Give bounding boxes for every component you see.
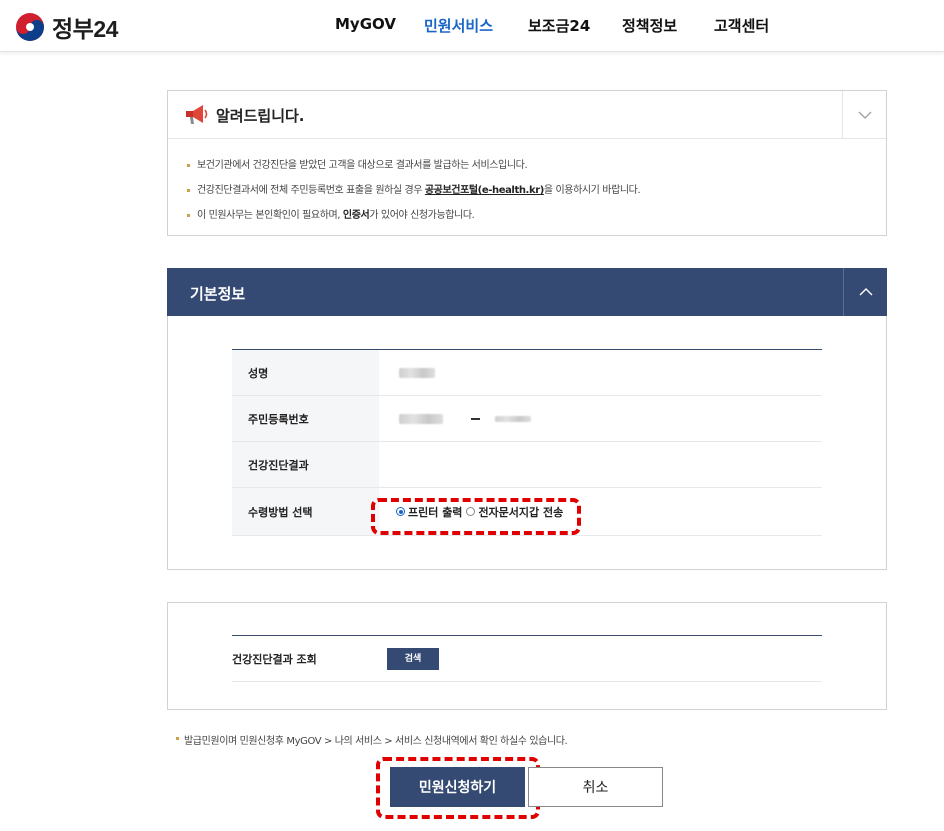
nav-civil-service[interactable]: 민원서비스 bbox=[424, 15, 493, 36]
notice-item: 건강진단결과서에 전체 주민등록번호 표출을 원하실 경우 공공보건포털(e-h… bbox=[187, 178, 886, 203]
table-row: 건강진단결과 조회 검색 bbox=[232, 636, 822, 682]
name-value bbox=[379, 350, 822, 395]
receive-method-highlight bbox=[371, 498, 581, 535]
search-button[interactable]: 검색 bbox=[387, 647, 439, 670]
table-row: 주민등록번호 bbox=[232, 396, 822, 442]
basic-info-collapse-toggle[interactable] bbox=[843, 268, 887, 316]
rrn-dash bbox=[471, 417, 480, 420]
basic-info-title: 기본정보 bbox=[190, 285, 246, 303]
rrn-value bbox=[379, 396, 822, 441]
nav-customer-center[interactable]: 고객센터 bbox=[714, 15, 769, 36]
notice-list: 보건기관에서 건강진단을 받았던 고객을 대상으로 결과서를 발급하는 서비스입… bbox=[168, 139, 886, 228]
lookup-value: 검색 bbox=[379, 636, 822, 681]
cancel-button[interactable]: 취소 bbox=[528, 767, 663, 807]
chevron-down-icon bbox=[858, 111, 871, 119]
result-value bbox=[379, 442, 822, 487]
site-header: 정부24 MyGOV 민원서비스 보조금24 정책정보 고객센터 bbox=[0, 0, 944, 52]
table-row: 건강진단결과 bbox=[232, 442, 822, 488]
notice-item: 보건기관에서 건강진단을 받았던 고객을 대상으로 결과서를 발급하는 서비스입… bbox=[187, 153, 886, 178]
lookup-label: 건강진단결과 조회 bbox=[232, 636, 379, 681]
nav-policy-info[interactable]: 정책정보 bbox=[622, 15, 677, 36]
name-label: 성명 bbox=[232, 350, 379, 395]
receive-method-label: 수령방법 선택 bbox=[232, 488, 379, 535]
ehealth-portal-link[interactable]: 공공보건포털(e-health.kr) bbox=[425, 185, 544, 196]
rrn-label: 주민등록번호 bbox=[232, 396, 379, 441]
redacted-name bbox=[399, 367, 435, 378]
nav-mygov[interactable]: MyGOV bbox=[335, 15, 396, 33]
redacted-rrn-front bbox=[399, 413, 443, 424]
lookup-panel: 건강진단결과 조회 검색 bbox=[167, 602, 887, 710]
redacted-rrn-back bbox=[495, 415, 531, 422]
main-nav: MyGOV 민원서비스 보조금24 정책정보 고객센터 bbox=[0, 0, 944, 50]
lookup-table: 건강진단결과 조회 검색 bbox=[232, 635, 822, 682]
notice-collapse-toggle[interactable] bbox=[842, 91, 886, 138]
notice-panel: 알려드립니다. 보건기관에서 건강진단을 받았던 고객을 대상으로 결과서를 발… bbox=[167, 90, 887, 236]
table-row: 성명 bbox=[232, 350, 822, 396]
notice-item: 이 민원사무는 본인확인이 필요하며, 인증서가 있어야 신청가능합니다. bbox=[187, 203, 886, 228]
footnote: 발급민원이며 민원신청후 MyGOV > 나의 서비스 > 서비스 신청내역에서… bbox=[175, 732, 568, 747]
notice-header: 알려드립니다. bbox=[168, 91, 886, 139]
nav-subsidy24[interactable]: 보조금24 bbox=[528, 15, 590, 36]
basic-info-header: 기본정보 bbox=[167, 268, 887, 316]
chevron-up-icon bbox=[859, 288, 872, 296]
megaphone-icon bbox=[186, 105, 208, 124]
apply-civil-service-button[interactable]: 민원신청하기 bbox=[390, 767, 525, 807]
notice-title: 알려드립니다. bbox=[216, 107, 305, 125]
basic-info-panel: 기본정보 성명 주민등록번호 건강진단결과 수령방법 선택 프린터 출력 전자문… bbox=[167, 268, 887, 570]
result-label: 건강진단결과 bbox=[232, 442, 379, 487]
